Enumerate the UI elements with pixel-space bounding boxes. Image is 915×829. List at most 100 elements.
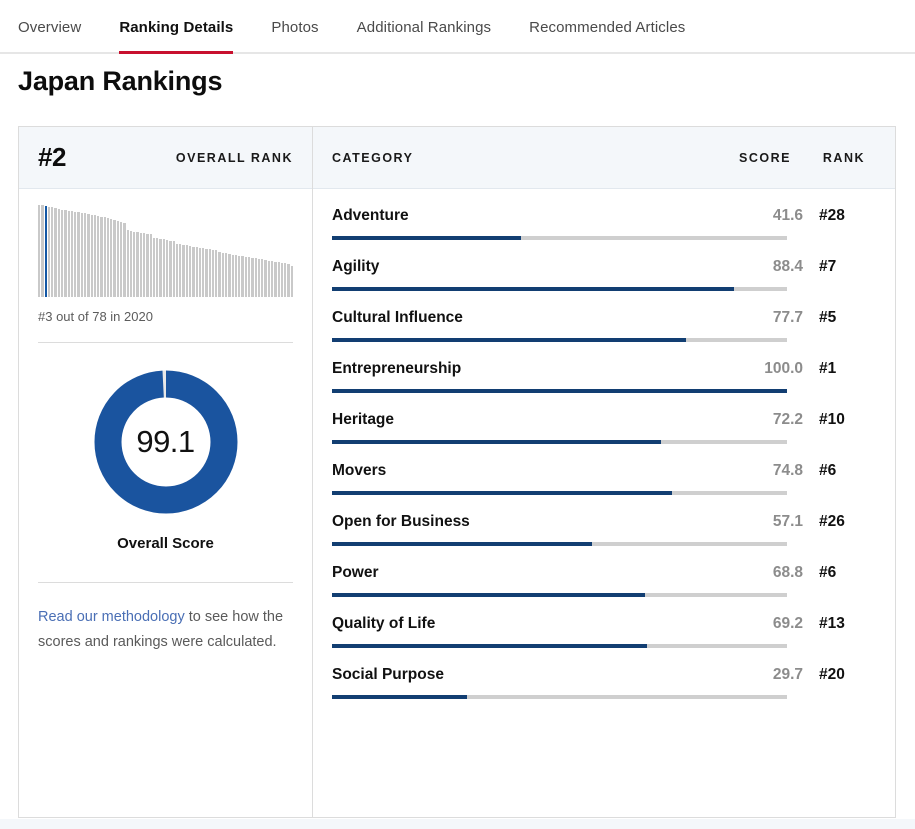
sparkline-bar (106, 218, 110, 297)
overall-rank-body: #3 out of 78 in 2020 99.1 Overall Score … (19, 189, 312, 817)
overall-rank-label: OVERALL RANK (175, 150, 293, 165)
page-title: Japan Rankings (18, 66, 223, 96)
sparkline-bar (126, 230, 129, 297)
sparkline-bar (54, 208, 57, 297)
overall-rank-value: #2 (38, 142, 66, 172)
sparkline-bar (257, 258, 261, 297)
sparkline-bar (290, 266, 293, 297)
sparkline-bar (238, 255, 241, 297)
tab-recommended-articles[interactable]: Recommended Articles (529, 19, 685, 52)
sparkline-bar (90, 214, 93, 297)
sparkline-bar (113, 219, 116, 297)
column-header-category: CATEGORY (332, 150, 414, 165)
sparkline-bar (192, 246, 195, 297)
category-score: 29.7 (772, 666, 803, 683)
sparkline-bar (83, 213, 87, 297)
sparkline-bar (195, 247, 198, 297)
table-row-top: Movers 74.8 #6 (332, 462, 877, 480)
sparkline-bar (254, 258, 257, 297)
score-bar-fill (332, 695, 468, 699)
sparkline-bar (218, 252, 221, 297)
column-header-rank: RANK (822, 150, 865, 165)
sparkline-bar (231, 254, 234, 297)
sparkline-bar (162, 239, 165, 297)
sparkline-bar (133, 231, 136, 297)
sparkline-bar (179, 244, 182, 297)
sparkline-bar (139, 232, 142, 297)
tab-label: Additional Rankings (356, 19, 492, 36)
sparkline-bar (169, 240, 172, 297)
tab-photos[interactable]: Photos (271, 19, 318, 52)
tab-overview[interactable]: Overview (18, 19, 81, 52)
divider (38, 342, 293, 343)
category-rank: #5 (819, 309, 837, 326)
table-row: Movers 74.8 #6 (332, 444, 877, 495)
sparkline-bar (143, 233, 146, 297)
sparkline-bar (97, 215, 100, 297)
sparkline-bar (225, 253, 228, 297)
sparkline-bar (44, 205, 47, 297)
sparkline-bar (202, 248, 205, 297)
sparkline-bar (103, 217, 106, 297)
sparkline-bar (149, 234, 152, 297)
table-row: Entrepreneurship 100.0 #1 (332, 342, 877, 393)
category-score: 41.6 (772, 207, 803, 224)
table-row-top: Cultural Influence 77.7 #5 (332, 309, 877, 327)
sparkline-bar (175, 243, 179, 297)
sparkline-bar (67, 210, 70, 297)
sparkline-bar (152, 237, 156, 297)
table-row-top: Heritage 72.2 #10 (332, 411, 877, 429)
sparkline-bar (185, 245, 188, 297)
sparkline-bar (274, 261, 277, 297)
tab-ranking-details[interactable]: Ranking Details (119, 19, 234, 54)
sparkline-bar (159, 238, 162, 297)
sparkline-bar (221, 252, 225, 297)
page-bottom-strip (0, 819, 915, 829)
sparkline-bar (51, 207, 54, 297)
category-name: Agility (332, 258, 380, 275)
category-rank: #10 (819, 411, 845, 428)
sparkline-bar (93, 215, 97, 297)
category-name: Adventure (332, 207, 409, 224)
methodology-link[interactable]: Read our methodology (38, 609, 185, 625)
table-row-top: Agility 88.4 #7 (332, 258, 877, 276)
sparkline-bar (41, 205, 44, 297)
sparkline-bar (261, 259, 264, 297)
table-row: Social Purpose 29.7 #20 (332, 648, 877, 699)
category-rank: #6 (819, 564, 837, 581)
sparkline-bar (60, 209, 64, 297)
sparkline-bar (270, 261, 274, 297)
category-name: Social Purpose (332, 666, 444, 683)
sparkline-bar (100, 216, 103, 297)
category-score: 74.8 (772, 462, 803, 479)
overall-score-donut: 99.1 (89, 365, 243, 519)
sparkline-bar (110, 218, 113, 297)
category-score: 88.4 (772, 258, 803, 275)
table-row-top: Power 68.8 #6 (332, 564, 877, 582)
sparkline-bar (241, 256, 244, 297)
table-row-top: Quality of Life 69.2 #13 (332, 615, 877, 633)
sparkline-bar (211, 249, 215, 297)
divider (38, 582, 293, 583)
category-table-header: CATEGORY SCORE RANK (313, 127, 895, 189)
tab-additional-rankings[interactable]: Additional Rankings (357, 19, 491, 52)
category-score: 77.7 (772, 309, 803, 326)
table-row: Cultural Influence 77.7 #5 (332, 291, 877, 342)
sparkline-bar (287, 263, 290, 297)
category-name: Cultural Influence (332, 309, 463, 326)
table-row: Agility 88.4 #7 (332, 240, 877, 291)
sparkline-caption: #3 out of 78 in 2020 (38, 309, 153, 324)
category-rank: #6 (819, 462, 837, 479)
sparkline-bar (198, 247, 202, 297)
sparkline-bar (156, 238, 159, 297)
sparkline-bar (74, 211, 77, 297)
sparkline-bar (146, 233, 149, 297)
category-name: Heritage (332, 411, 395, 428)
table-row: Quality of Life 69.2 #13 (332, 597, 877, 648)
rankings-card: #2 OVERALL RANK #3 out of 78 in 2020 99.… (18, 126, 896, 818)
sparkline-bar (284, 263, 287, 297)
column-header-score: SCORE (739, 150, 791, 165)
sparkline-bar (38, 205, 41, 297)
table-row: Adventure 41.6 #28 (332, 189, 877, 240)
sparkline-bar (267, 260, 270, 297)
